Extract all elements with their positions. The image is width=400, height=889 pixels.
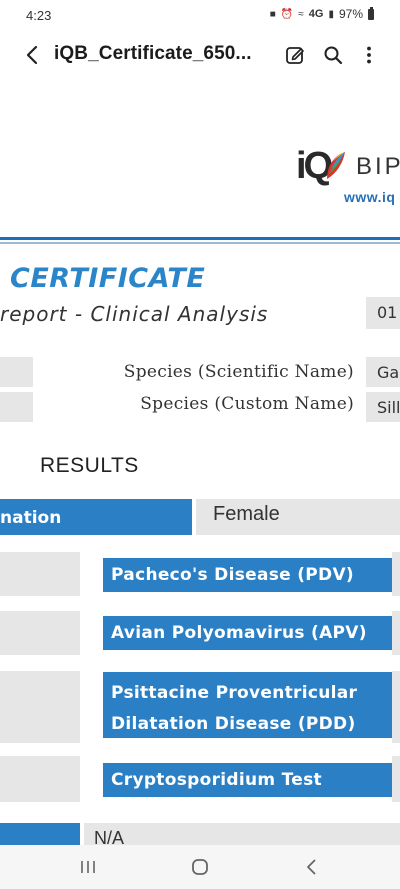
battery-icon xyxy=(368,6,374,20)
battery-percent: 97% xyxy=(338,7,363,21)
left-field-cell xyxy=(0,392,33,422)
recent-apps-icon[interactable] xyxy=(76,855,100,879)
status-time: 4:23 xyxy=(26,8,52,23)
header-rule xyxy=(0,237,400,240)
result-cell xyxy=(0,756,80,802)
test-label-pdd-line1: Psittacine Proventricular xyxy=(111,683,358,703)
result-cell xyxy=(0,671,80,743)
status-bar: 4:23 ■ ⏰ ≈ 4G ▮ 97% xyxy=(0,0,400,32)
document-viewer[interactable]: iQ BIP www.iq CERTIFICATE report - Clini… xyxy=(0,80,400,845)
result-value-cell xyxy=(392,552,400,596)
navigation-bar xyxy=(0,845,400,889)
species-custom-label: Species (Custom Name) xyxy=(140,394,354,414)
home-icon[interactable] xyxy=(188,855,212,879)
left-field-cell xyxy=(0,357,33,387)
result-value-cell xyxy=(392,756,400,802)
result-cell xyxy=(0,552,80,596)
lock-icon: ■ xyxy=(269,8,276,20)
gender-header: nation xyxy=(0,499,192,535)
test-label-pacheco: Pacheco's Disease (PDV) xyxy=(103,558,393,592)
logo-url-text: www.iq xyxy=(344,189,396,205)
header-rule-secondary xyxy=(0,242,400,244)
test-label-pdd: Psittacine Proventricular Dilatation Dis… xyxy=(103,672,393,738)
edit-icon[interactable] xyxy=(284,44,306,66)
more-vertical-icon[interactable] xyxy=(358,44,380,66)
date-field: 01 xyxy=(366,297,400,329)
logo-brand-text: BIP xyxy=(356,153,400,180)
test-label-polyomavirus: Avian Polyomavirus (APV) xyxy=(103,616,393,650)
document-title: iQB_Certificate_650... xyxy=(54,43,252,64)
status-icons: ■ ⏰ ≈ 4G ▮ 97% xyxy=(269,6,374,21)
result-value-cell xyxy=(392,611,400,655)
nav-back-icon[interactable] xyxy=(300,855,324,879)
app-bar: iQB_Certificate_650... xyxy=(0,32,400,80)
test-label-cryptosporidium: Cryptosporidium Test xyxy=(103,763,393,797)
results-heading: RESULTS xyxy=(40,454,139,477)
result-value-cell xyxy=(392,671,400,743)
bottom-header-cell xyxy=(0,823,80,845)
certificate-subtitle: report - Clinical Analysis xyxy=(0,302,269,326)
alarm-icon: ⏰ xyxy=(280,8,294,20)
certificate-title: CERTIFICATE xyxy=(10,263,206,294)
search-icon[interactable] xyxy=(322,44,344,66)
logo-feather-icon xyxy=(327,152,345,179)
species-scientific-value: Ga xyxy=(366,357,400,387)
signal-icon: ▮ xyxy=(328,8,334,20)
species-custom-value: Sill xyxy=(366,392,400,422)
test-label-pdd-line2: Dilatation Disease (PDD) xyxy=(111,714,356,734)
network-label: 4G xyxy=(308,8,324,20)
wifi-icon: ≈ xyxy=(298,8,304,20)
na-value: N/A xyxy=(84,823,400,845)
gender-value: Female xyxy=(196,499,400,535)
result-cell xyxy=(0,611,80,655)
species-scientific-label: Species (Scientific Name) xyxy=(123,362,354,382)
chevron-left-icon[interactable] xyxy=(20,42,46,68)
